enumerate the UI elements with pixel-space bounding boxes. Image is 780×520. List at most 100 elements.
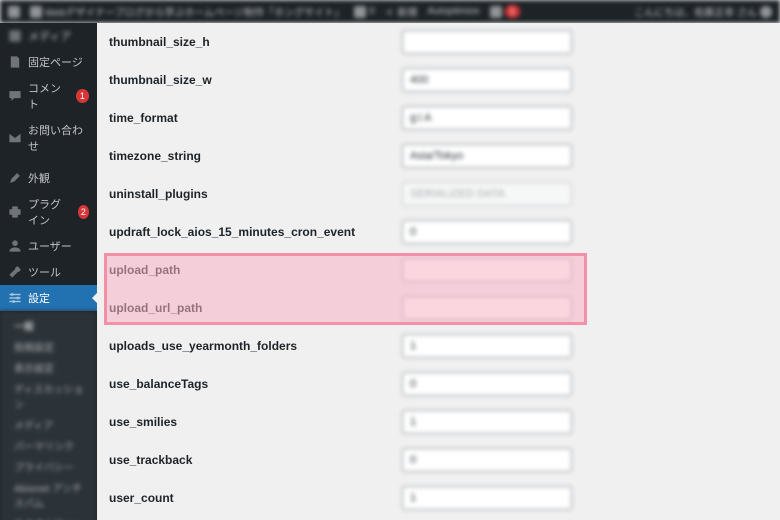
submenu-reading[interactable]: 表示設定 <box>0 357 97 378</box>
submenu-discussion[interactable]: ディスカッション <box>0 378 97 414</box>
option-label: upload_url_path <box>107 301 402 315</box>
mail-icon <box>8 131 22 145</box>
option-input-time_format[interactable] <box>402 106 572 130</box>
option-label: use_trackback <box>107 453 402 467</box>
admin-bar-security-badge: 1 <box>505 5 520 18</box>
menu-media[interactable]: メディア <box>0 23 97 49</box>
option-row-uninstall_plugins: uninstall_plugins <box>97 175 780 213</box>
option-label: time_format <box>107 111 402 125</box>
admin-bar-right: こんにちは、佐藤正幸 さん <box>634 4 772 19</box>
admin-bar-site[interactable]: Webデザイナーブログから学ぶホームページ制作「ホングサイト」 <box>30 4 344 19</box>
comment-icon <box>354 6 366 18</box>
option-input-use_trackback[interactable] <box>402 448 572 472</box>
option-input-updraft_lock_aios_15_minutes_cron_event[interactable] <box>402 220 572 244</box>
option-label: uninstall_plugins <box>107 187 402 201</box>
options-table: thumbnail_size_h thumbnail_size_w time_for… <box>97 23 780 517</box>
admin-bar: Webデザイナーブログから学ぶホームページ制作「ホングサイト」 0 ＋ 新規 A… <box>0 0 780 23</box>
submenu-media[interactable]: メディア <box>0 414 97 435</box>
menu-pages-label: 固定ページ <box>28 54 83 70</box>
option-input-user_count[interactable] <box>402 486 572 510</box>
option-label: updraft_lock_aios_15_minutes_cron_event <box>107 225 402 239</box>
comment-icon <box>8 89 22 103</box>
shield-icon <box>490 6 502 18</box>
settings-submenu: 一般 投稿設定 表示設定 ディスカッション メディア パーマリンク プライバシー… <box>0 311 97 520</box>
option-label: user_count <box>107 491 402 505</box>
menu-media-label: メディア <box>28 28 71 44</box>
menu-contact[interactable]: お問い合わせ <box>0 117 97 159</box>
menu-settings[interactable]: 設定 <box>0 285 97 311</box>
tool-icon <box>8 265 22 279</box>
admin-bar-account[interactable]: こんにちは、佐藤正幸 さん <box>634 4 772 19</box>
menu-contact-label: お問い合わせ <box>28 122 89 154</box>
option-input-upload_path[interactable] <box>402 258 572 282</box>
menu-comments[interactable]: コメント 1 <box>0 75 97 117</box>
option-input-use_balanceTags[interactable] <box>402 372 572 396</box>
option-row-updraft_lock_aios_15_minutes_cron_event: updraft_lock_aios_15_minutes_cron_event <box>97 213 780 251</box>
option-row-use_smilies: use_smilies <box>97 403 780 441</box>
admin-bar-autoptimize-label: Autoptimize <box>427 6 479 17</box>
option-input-thumbnail_size_w[interactable] <box>402 68 572 92</box>
admin-bar-comments[interactable]: 0 <box>354 6 375 18</box>
option-label: use_smilies <box>107 415 402 429</box>
submenu-privacy[interactable]: プライバシー <box>0 456 97 477</box>
menu-tools-label: ツール <box>28 264 61 280</box>
option-input-use_smilies[interactable] <box>402 410 572 434</box>
media-icon <box>8 29 22 43</box>
admin-bar-left: Webデザイナーブログから学ぶホームページ制作「ホングサイト」 0 ＋ 新規 A… <box>8 4 520 19</box>
option-row-user_count: user_count <box>97 479 780 517</box>
option-row-thumbnail_size_w: thumbnail_size_w <box>97 61 780 99</box>
menu-appearance-label: 外観 <box>28 170 50 186</box>
menu-users-label: ユーザー <box>28 238 72 254</box>
option-input-timezone_string[interactable] <box>402 144 572 168</box>
option-input-uninstall_plugins <box>402 182 572 206</box>
admin-bar-new[interactable]: ＋ 新規 <box>385 4 418 19</box>
menu-plugins[interactable]: プラグイン 2 <box>0 191 97 233</box>
menu-plugins-badge: 2 <box>78 205 89 219</box>
admin-bar-site-label: Webデザイナーブログから学ぶホームページ制作「ホングサイト」 <box>45 4 344 19</box>
submenu-cft[interactable]: カスタムフィールドテンプレート <box>0 513 97 520</box>
admin-bar-item[interactable] <box>8 6 20 18</box>
option-row-timezone_string: timezone_string <box>97 137 780 175</box>
option-row-uploads_use_yearmonth_folders: uploads_use_yearmonth_folders <box>97 327 780 365</box>
admin-bar-greeting: こんにちは、佐藤正幸 さん <box>634 4 757 19</box>
option-row-thumbnail_size_h: thumbnail_size_h <box>97 23 780 61</box>
wp-icon <box>8 6 20 18</box>
option-input-upload_url_path[interactable] <box>402 296 572 320</box>
option-row-time_format: time_format <box>97 99 780 137</box>
menu-pages[interactable]: 固定ページ <box>0 49 97 75</box>
admin-bar-security[interactable]: 1 <box>490 5 520 18</box>
menu-comments-label: コメント <box>28 80 70 112</box>
option-input-uploads_use_yearmonth_folders[interactable] <box>402 334 572 358</box>
option-row-upload_path: upload_path <box>97 251 780 289</box>
option-label: use_balanceTags <box>107 377 402 391</box>
menu-users[interactable]: ユーザー <box>0 233 97 259</box>
option-label: thumbnail_size_w <box>107 73 402 87</box>
admin-menu: メディア 固定ページ コメント 1 お問い合わせ 外観 プラグイン 2 ユーザー… <box>0 23 97 520</box>
settings-icon <box>8 291 22 305</box>
admin-bar-comments-count: 0 <box>369 6 375 17</box>
menu-tools[interactable]: ツール <box>0 259 97 285</box>
option-row-use_balanceTags: use_balanceTags <box>97 365 780 403</box>
home-icon <box>30 6 42 18</box>
option-row-upload_url_path: upload_url_path <box>97 289 780 327</box>
submenu-writing[interactable]: 投稿設定 <box>0 336 97 357</box>
menu-appearance[interactable]: 外観 <box>0 165 97 191</box>
content-wrap: thumbnail_size_h thumbnail_size_w time_for… <box>97 23 780 520</box>
submenu-akismet[interactable]: Akismet アンチスパム <box>0 477 97 513</box>
admin-bar-new-label: ＋ 新規 <box>385 4 418 19</box>
menu-settings-label: 設定 <box>28 290 50 306</box>
option-row-use_trackback: use_trackback <box>97 441 780 479</box>
page-icon <box>8 55 22 69</box>
plugin-icon <box>8 205 22 219</box>
admin-bar-autoptimize[interactable]: Autoptimize <box>427 6 479 17</box>
option-label: thumbnail_size_h <box>107 35 402 49</box>
option-input-thumbnail_size_h[interactable] <box>402 30 572 54</box>
submenu-general[interactable]: 一般 <box>0 315 97 336</box>
avatar-icon <box>760 6 772 18</box>
user-icon <box>8 239 22 253</box>
option-label: uploads_use_yearmonth_folders <box>107 339 402 353</box>
option-label: upload_path <box>107 263 402 277</box>
submenu-permalink[interactable]: パーマリンク <box>0 435 97 456</box>
menu-plugins-label: プラグイン <box>28 196 72 228</box>
appearance-icon <box>8 171 22 185</box>
